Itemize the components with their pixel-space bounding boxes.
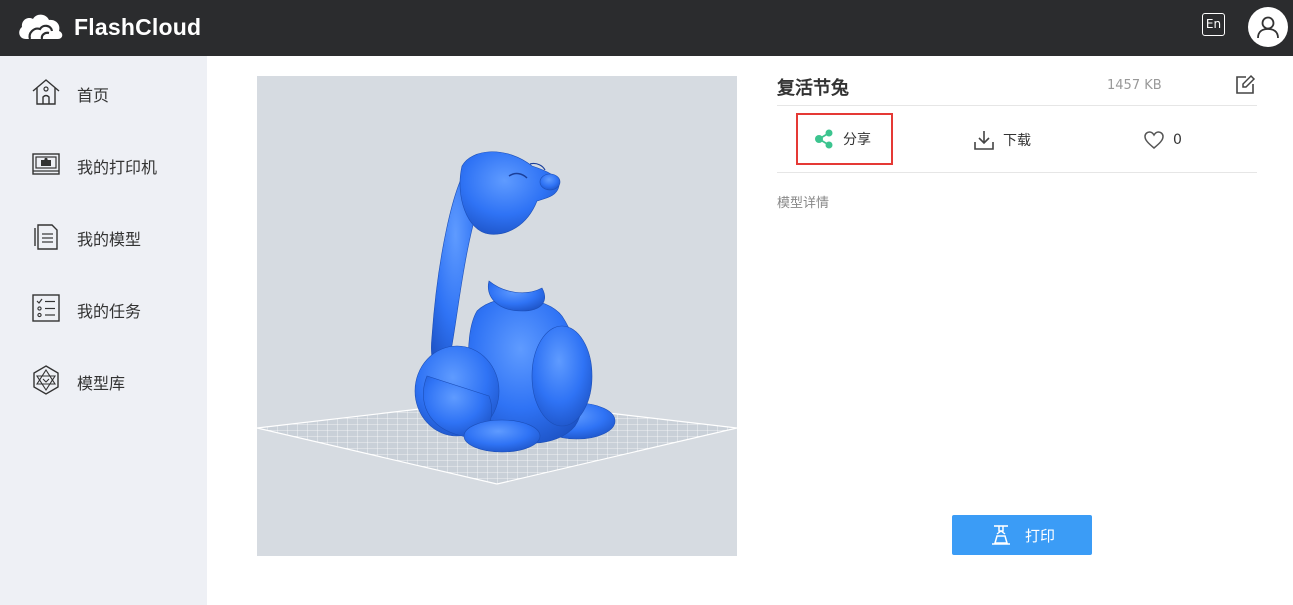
top-bar: FlashCloud En: [0, 0, 1293, 56]
sidebar-item-label: 我的打印机: [77, 158, 158, 177]
sidebar-item-label: 模型库: [77, 374, 126, 393]
printer-nozzle-icon: [991, 525, 1010, 545]
like-count: 0: [1173, 132, 1182, 148]
model-file-size: 1457 KB: [1107, 78, 1162, 93]
sidebar-item-models[interactable]: 我的模型: [0, 214, 207, 258]
app-name: FlashCloud: [74, 13, 202, 40]
share-icon: [815, 129, 833, 149]
model-title: 复活节兔: [777, 78, 849, 99]
edit-icon[interactable]: [1234, 74, 1256, 96]
model-library-icon: [33, 365, 59, 395]
heart-icon: [1144, 131, 1164, 149]
sidebar-item-label: 首页: [77, 86, 110, 105]
document-icon: [34, 224, 58, 250]
model-preview-canvas: [257, 151, 737, 485]
home-icon: [32, 79, 60, 105]
divider: [777, 172, 1257, 173]
user-icon: [1257, 16, 1279, 39]
download-button[interactable]: 下载: [973, 129, 1031, 151]
sidebar-item-model-library[interactable]: 模型库: [0, 358, 207, 402]
share-label: 分享: [843, 132, 871, 148]
sidebar-item-label: 我的模型: [77, 230, 142, 249]
divider: [777, 105, 1257, 106]
bunny-model: [414, 151, 616, 453]
sidebar: 首页 我的打印机 我的模型 我的任务 模型库: [0, 56, 207, 605]
print-button[interactable]: 打印: [952, 515, 1092, 555]
avatar[interactable]: [1248, 7, 1288, 47]
task-list-icon: [32, 294, 60, 322]
like-button[interactable]: 0: [1143, 130, 1182, 150]
model-3d-viewer[interactable]: [257, 76, 737, 556]
sidebar-item-home[interactable]: 首页: [0, 70, 207, 114]
share-button[interactable]: 分享: [813, 128, 871, 150]
print-label: 打印: [1024, 526, 1055, 545]
printer-icon: [32, 153, 60, 175]
cloud-logo-icon: [19, 14, 63, 40]
model-details-label: 模型详情: [777, 196, 830, 211]
sidebar-item-tasks[interactable]: 我的任务: [0, 286, 207, 330]
download-label: 下载: [1003, 133, 1031, 149]
sidebar-item-printers[interactable]: 我的打印机: [0, 142, 207, 186]
language-toggle-button[interactable]: En: [1202, 13, 1225, 36]
app-logo[interactable]: FlashCloud: [16, 10, 201, 44]
download-icon: [974, 131, 994, 150]
sidebar-item-label: 我的任务: [77, 302, 142, 321]
